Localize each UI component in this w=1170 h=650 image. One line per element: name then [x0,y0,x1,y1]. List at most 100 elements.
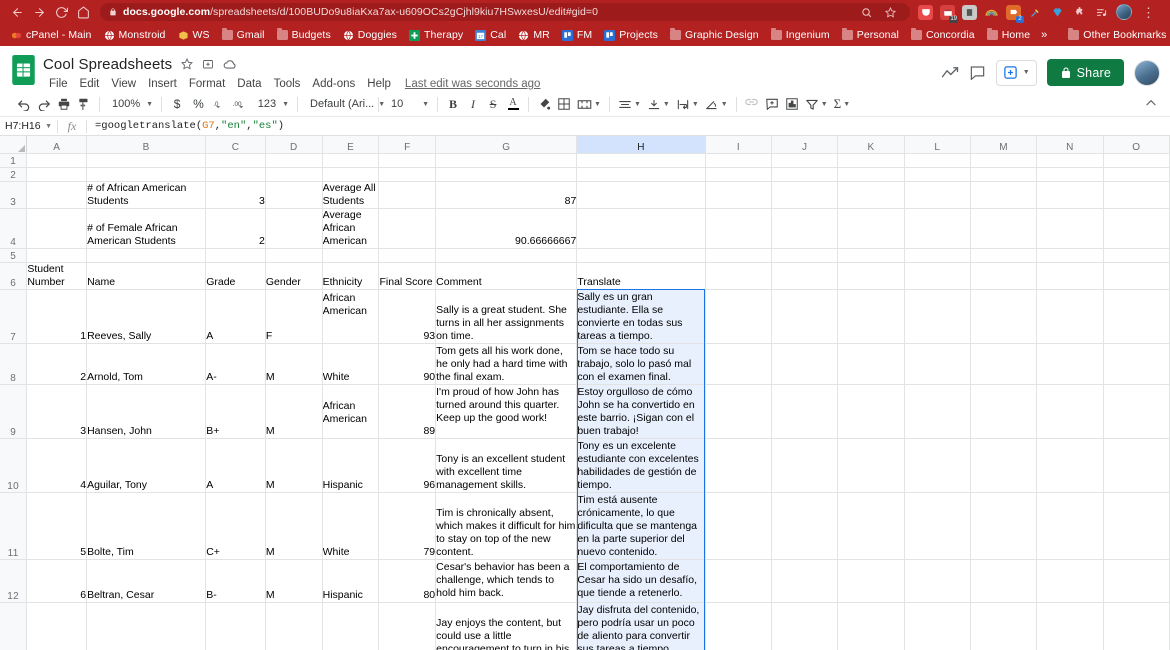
star-icon[interactable] [181,58,194,70]
other-bookmarks-button[interactable]: Other Bookmarks [1062,26,1170,44]
column-header-a[interactable]: A [26,136,88,154]
cell-b1[interactable] [86,153,207,168]
cell-l12[interactable] [904,559,971,603]
cell-student-grade[interactable]: A- [205,343,266,385]
present-button[interactable]: ▼ [995,59,1037,86]
forward-arrow-icon[interactable] [28,2,50,22]
cell-m6[interactable] [970,262,1038,290]
merge-cells-icon[interactable]: ▼ [574,94,604,114]
cell-student-comment[interactable]: Tony is an excellent student with excell… [435,438,578,493]
cell-n9[interactable] [1036,384,1104,439]
row-header[interactable]: 5 [0,248,28,263]
cell-k8[interactable] [837,343,905,385]
cell-i3[interactable] [705,181,773,209]
cell-n4[interactable] [1036,208,1104,249]
cell-k5[interactable] [837,248,905,263]
cell-o10[interactable] [1103,438,1170,493]
cell-o4[interactable] [1103,208,1170,249]
cell-student-name[interactable]: Beltran, Cesar [86,559,207,603]
cell-d5[interactable] [265,248,323,263]
cell-l4[interactable] [904,208,971,249]
cell-b6[interactable]: Name [86,262,207,290]
cell-n11[interactable] [1036,492,1104,560]
column-header-i[interactable]: I [705,136,773,154]
column-header-l[interactable]: L [904,136,971,154]
fill-color-icon[interactable] [534,94,554,114]
percent-format-icon[interactable]: % [187,94,210,114]
horizontal-align-icon[interactable]: ▼ [615,94,644,114]
cell-student-comment[interactable]: Tim is chronically absent, which makes i… [435,492,578,560]
menu-edit[interactable]: Edit [74,76,106,92]
cell-j12[interactable] [771,559,839,603]
column-header-j[interactable]: J [771,136,839,154]
cell-student-gender[interactable]: M [265,492,323,560]
cell-n7[interactable] [1036,289,1104,344]
row-header[interactable]: 8 [0,343,28,385]
cell-student-ethnicity[interactable]: Hispanic [322,559,380,603]
italic-icon[interactable]: I [463,94,483,114]
explore-trend-icon[interactable] [941,66,959,80]
cell-f4[interactable] [378,208,437,249]
cell-student-ethnicity[interactable]: White [322,492,380,560]
menu-view[interactable]: View [105,76,142,92]
menu-add-ons[interactable]: Add-ons [306,76,361,92]
cell-b4[interactable]: # of Female African American Students [86,208,207,249]
cell-j3[interactable] [771,181,839,209]
account-avatar[interactable] [1134,59,1160,86]
cell-student-ethnicity[interactable]: Asian [322,602,380,650]
cell-student-number[interactable]: 4 [26,438,88,493]
cell-o12[interactable] [1103,559,1170,603]
cell-l9[interactable] [904,384,971,439]
row-header[interactable]: 10 [0,438,28,493]
back-arrow-icon[interactable] [6,2,28,22]
cell-student-comment[interactable]: I'm proud of how John has turned around … [435,384,578,439]
cell-o6[interactable] [1103,262,1170,290]
cell-n8[interactable] [1036,343,1104,385]
cell-n10[interactable] [1036,438,1104,493]
cell-student-grade[interactable]: B+ [205,384,266,439]
cell-e4[interactable]: Average African American [322,208,380,249]
cell-f2[interactable] [378,167,437,182]
cell-student-translate[interactable]: Tim está ausente crónicamente, lo que di… [576,492,706,560]
cell-j11[interactable] [771,492,839,560]
cell-b5[interactable] [86,248,207,263]
cell-k6[interactable] [837,262,905,290]
cell-n1[interactable] [1036,153,1104,168]
bookmark-gmail[interactable]: Gmail [216,26,271,44]
cell-c6[interactable]: Grade [205,262,266,290]
spreadsheet-grid[interactable]: A B C D E F G H I J K L M N O 1 2 3 # of… [0,136,1170,650]
bookmark-ingenium[interactable]: Ingenium [765,26,836,44]
cell-j9[interactable] [771,384,839,439]
document-title[interactable]: Cool Spreadsheets [43,56,172,73]
row-header[interactable]: 11 [0,492,28,560]
cell-m4[interactable] [970,208,1038,249]
cell-i10[interactable] [705,438,773,493]
zoom-selector[interactable]: 100% ▼ [105,94,156,114]
bookmarks-overflow-button[interactable]: » [1036,29,1052,41]
menu-format[interactable]: Format [183,76,231,92]
cell-student-comment[interactable]: Cesar's behavior has been a challenge, w… [435,559,578,603]
chevron-down-icon[interactable]: ▼ [45,123,52,130]
row-header[interactable]: 13 [0,602,28,650]
cell-h6[interactable]: Translate [576,262,706,290]
bookmark-graphic-design[interactable]: Graphic Design [664,26,765,44]
cell-a5[interactable] [26,248,88,263]
cell-m11[interactable] [970,492,1038,560]
column-header-h[interactable]: H [576,136,706,154]
name-box[interactable]: H7:H16 ▼ [0,117,57,136]
cell-k10[interactable] [837,438,905,493]
collapse-toolbar-icon[interactable] [1144,96,1162,113]
bookmark-mr[interactable]: MR [512,26,556,44]
cell-l2[interactable] [904,167,971,182]
cell-n5[interactable] [1036,248,1104,263]
eyedropper-extension-icon[interactable] [1028,5,1043,20]
cell-d1[interactable] [265,153,323,168]
cell-b2[interactable] [86,167,207,182]
bold-icon[interactable]: B [443,94,463,114]
increase-decimal-icon[interactable]: .00 [230,94,251,114]
cell-i6[interactable] [705,262,773,290]
cell-i13[interactable] [705,602,773,650]
bookmark-doggies[interactable]: Doggies [337,26,403,44]
cell-student-gender[interactable]: F [265,289,323,344]
cell-l1[interactable] [904,153,971,168]
